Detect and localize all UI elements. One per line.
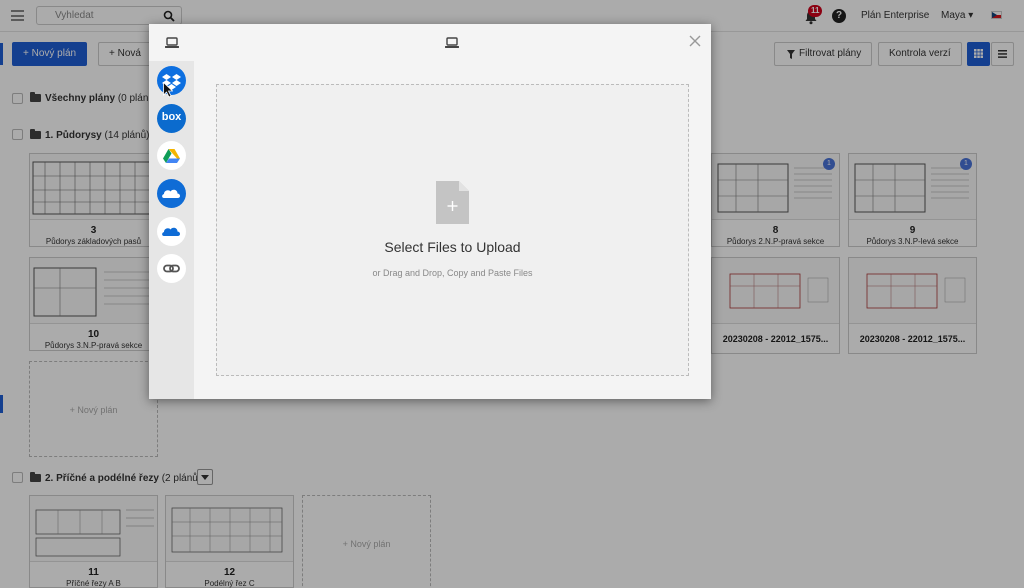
modal-header (149, 24, 711, 61)
mouse-cursor-icon (163, 82, 173, 98)
file-drop-zone[interactable]: Select Files to Upload or Drag and Drop,… (216, 84, 689, 376)
link-source-button[interactable] (157, 254, 186, 283)
close-icon[interactable] (688, 34, 702, 48)
onedrive-business-source-button[interactable] (157, 217, 186, 246)
google-drive-source-button[interactable] (157, 141, 186, 170)
box-icon: box (161, 111, 182, 123)
laptop-icon[interactable] (165, 37, 179, 49)
local-device-icon (445, 37, 459, 48)
link-icon (163, 264, 180, 273)
file-upload-icon (436, 181, 469, 224)
onedrive-business-icon (162, 227, 181, 236)
upload-title: Select Files to Upload (384, 239, 521, 255)
box-source-button[interactable]: box (157, 104, 186, 133)
onedrive-icon (162, 189, 181, 198)
google-drive-icon (163, 149, 180, 163)
upload-source-sidebar: box (149, 61, 194, 399)
file-upload-modal: box Select Files to Upload or Drag and D… (149, 24, 711, 399)
onedrive-source-button[interactable] (157, 179, 186, 208)
upload-subtitle: or Drag and Drop, Copy and Paste Files (372, 268, 533, 278)
